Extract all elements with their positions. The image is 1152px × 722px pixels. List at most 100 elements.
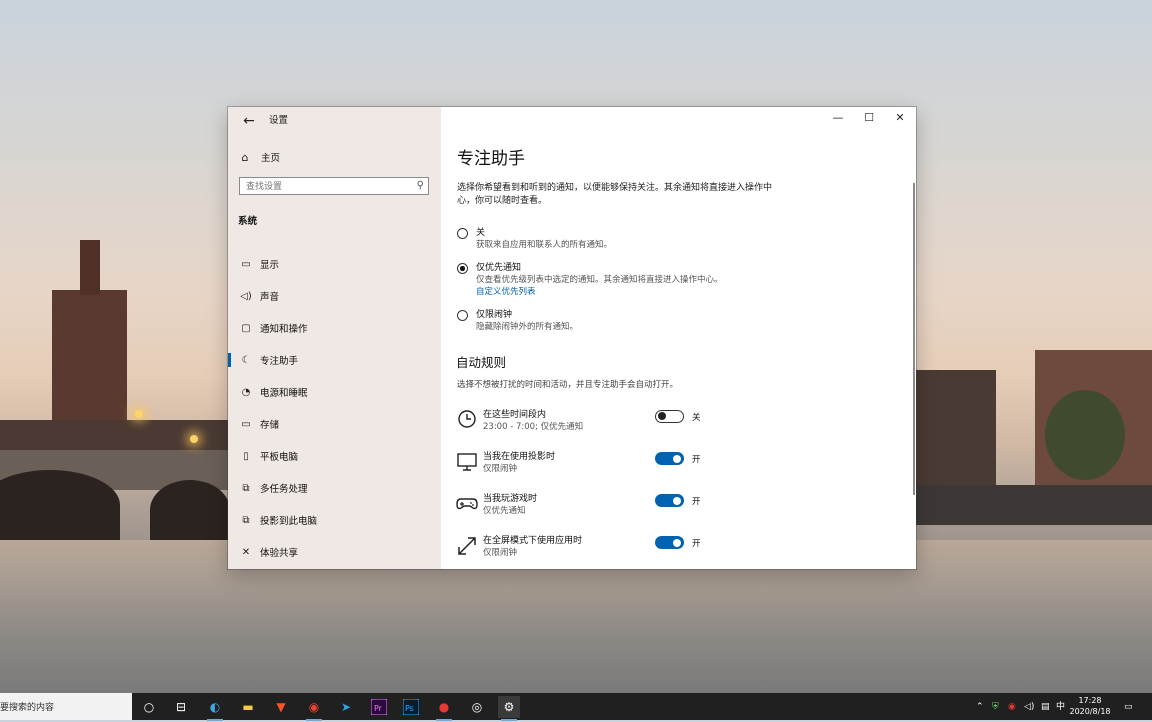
- toggle-state: 开: [692, 539, 701, 549]
- sidebar-item-shared-experiences[interactable]: ✕ 体验共享: [228, 536, 441, 568]
- multitask-icon: ⧉: [242, 482, 250, 494]
- show-hidden-icons-chevron-icon[interactable]: ⌃: [976, 696, 984, 718]
- share-icon: ✕: [241, 546, 251, 558]
- svg-text:Ps: Ps: [405, 704, 414, 713]
- rule-playing-game[interactable]: 当我玩游戏时 仅优先通知 开: [456, 493, 716, 523]
- close-button[interactable]: ✕: [885, 107, 915, 129]
- taskbar-clock[interactable]: 17:28 2020/8/18: [1069, 695, 1111, 717]
- settings-window: ← 设置 ⌂ 主页 ⚲ 系统 ▭ 显示 ◁) 声音 ▢ 通知和操作: [228, 107, 916, 569]
- taskbar-search-box[interactable]: 要搜索的内容: [0, 693, 132, 720]
- search-icon[interactable]: ⚲: [417, 180, 424, 191]
- settings-gear-icon[interactable]: ⚙: [498, 696, 520, 721]
- sidebar-item-label: 声音: [260, 292, 280, 303]
- toggle-state: 开: [692, 497, 701, 507]
- option-description: 隐藏除闹钟外的所有通知。: [476, 322, 579, 332]
- chrome-icon[interactable]: ◉: [303, 696, 325, 721]
- rule-title: 在全屏模式下使用应用时: [483, 536, 583, 546]
- volume-icon[interactable]: ◁): [1024, 696, 1034, 718]
- premiere-icon[interactable]: Pr: [368, 696, 390, 718]
- search-box[interactable]: ⚲: [239, 177, 429, 195]
- cortana-icon[interactable]: ○: [138, 696, 160, 718]
- notification-center-icon[interactable]: ▭: [1124, 696, 1133, 718]
- rule-toggle[interactable]: [655, 536, 684, 549]
- option-label: 仅限闹钟: [476, 310, 513, 320]
- option-description: 仅查看优先级列表中选定的通知。其余通知将直接进入操作中心。: [476, 275, 723, 285]
- rule-title: 当我在使用投影时: [483, 452, 556, 462]
- search-input[interactable]: [240, 179, 416, 195]
- content-scrollbar[interactable]: [913, 183, 915, 495]
- edge-icon[interactable]: ◐: [204, 696, 226, 721]
- toggle-state: 开: [692, 455, 701, 465]
- notification-icon: ▢: [241, 322, 251, 334]
- taskbar: 要搜索的内容 ○ ⊟ ◐ ▬ ▼ ◉ ➤ Pr Ps ● ◎ ⚙ ⌃ ⛨ ◉ ◁…: [0, 693, 1152, 721]
- sidebar-item-focus-assist[interactable]: ☾ 专注助手: [228, 344, 441, 376]
- wallpaper-lamp: [135, 410, 143, 418]
- rule-full-screen-app[interactable]: 在全屏模式下使用应用时 仅限闹钟 开: [456, 535, 716, 565]
- rule-duplicating-display[interactable]: 当我在使用投影时 仅限闹钟 开: [456, 451, 716, 481]
- clock-icon: [458, 410, 476, 428]
- sidebar-item-multitasking[interactable]: ⧉ 多任务处理: [228, 472, 441, 504]
- photoshop-icon[interactable]: Ps: [400, 696, 422, 718]
- wallpaper-tower: [52, 290, 127, 440]
- sidebar-item-display[interactable]: ▭ 显示: [228, 248, 441, 280]
- sidebar-item-label: 多任务处理: [260, 484, 308, 495]
- app-tray-icon[interactable]: ◉: [1008, 696, 1016, 718]
- tablet-icon: ▯: [243, 450, 249, 462]
- sidebar-item-label: 投影到此电脑: [260, 516, 318, 527]
- rule-subtitle: 仅限闹钟: [483, 464, 518, 474]
- file-explorer-icon[interactable]: ▬: [237, 696, 259, 718]
- recorder-icon[interactable]: ●: [433, 696, 455, 721]
- storage-icon: ▭: [241, 418, 251, 430]
- sidebar-item-sound[interactable]: ◁) 声音: [228, 280, 441, 312]
- sidebar-item-label: 主页: [261, 153, 281, 164]
- network-icon[interactable]: ▤: [1041, 696, 1050, 718]
- sidebar-item-label: 专注助手: [260, 356, 299, 367]
- sidebar-item-home[interactable]: ⌂ 主页: [238, 149, 281, 165]
- settings-sidebar: ← 设置 ⌂ 主页 ⚲ 系统 ▭ 显示 ◁) 声音 ▢ 通知和操作: [228, 107, 441, 569]
- sidebar-item-notifications[interactable]: ▢ 通知和操作: [228, 312, 441, 344]
- rule-title: 当我玩游戏时: [483, 494, 538, 504]
- sidebar-item-label: 体验共享: [260, 548, 299, 559]
- radio-button[interactable]: [457, 310, 468, 321]
- back-arrow-icon[interactable]: ←: [238, 110, 260, 132]
- security-icon[interactable]: ⛨: [992, 696, 999, 718]
- rule-subtitle: 23:00 - 7:00; 仅优先通知: [483, 422, 584, 432]
- clock-date: 2020/8/18: [1069, 707, 1111, 716]
- sidebar-item-label: 平板电脑: [260, 452, 299, 463]
- sidebar-item-storage[interactable]: ▭ 存储: [228, 408, 441, 440]
- telegram-icon[interactable]: ➤: [335, 696, 357, 718]
- rule-toggle[interactable]: [655, 452, 684, 465]
- option-priority-only[interactable]: 仅优先通知 仅查看优先级列表中选定的通知。其余通知将直接进入操作中心。 自定义优…: [457, 262, 723, 298]
- sidebar-item-power[interactable]: ◔ 电源和睡眠: [228, 376, 441, 408]
- wallpaper-tree: [1045, 390, 1125, 480]
- sidebar-item-tablet[interactable]: ▯ 平板电脑: [228, 440, 441, 472]
- radio-button[interactable]: [457, 228, 468, 239]
- window-title: 设置: [269, 115, 289, 126]
- rule-title: 在这些时间段内: [483, 410, 547, 420]
- option-off[interactable]: 关 获取来自应用和联系人的所有通知。: [457, 227, 612, 251]
- sidebar-item-project[interactable]: ⧉ 投影到此电脑: [228, 504, 441, 536]
- wallpaper-embankment: [916, 485, 1152, 525]
- minimize-button[interactable]: —: [823, 107, 853, 129]
- task-view-icon[interactable]: ⊟: [170, 696, 192, 718]
- page-title: 专注助手: [457, 149, 525, 169]
- customize-priority-list-link[interactable]: 自定义优先列表: [476, 286, 723, 298]
- rule-during-these-times[interactable]: 在这些时间段内 23:00 - 7:00; 仅优先通知 关: [456, 409, 716, 439]
- maximize-button[interactable]: ☐: [854, 107, 884, 129]
- page-description: 选择你希望看到和听到的通知，以便能够保持关注。其余通知将直接进入操作中心，你可以…: [457, 183, 773, 206]
- rule-toggle[interactable]: [655, 410, 684, 423]
- radio-button-selected[interactable]: [457, 263, 468, 274]
- rule-subtitle: 仅优先通知: [483, 506, 526, 516]
- moon-icon: ☾: [241, 354, 251, 366]
- rule-toggle[interactable]: [655, 494, 684, 507]
- taskbar-search-text: 要搜索的内容: [0, 703, 55, 713]
- rule-subtitle: 仅限闹钟: [483, 548, 518, 558]
- fullscreen-arrow-icon: [458, 537, 476, 555]
- option-alarms-only[interactable]: 仅限闹钟 隐藏除闹钟外的所有通知。: [457, 309, 578, 333]
- clock-time: 17:28: [1078, 696, 1102, 705]
- sidebar-item-label: 存储: [260, 420, 280, 431]
- toggle-state: 关: [692, 413, 701, 423]
- media-app-icon[interactable]: ◎: [466, 696, 488, 718]
- brave-icon[interactable]: ▼: [270, 696, 292, 718]
- ime-indicator[interactable]: 中: [1056, 696, 1065, 718]
